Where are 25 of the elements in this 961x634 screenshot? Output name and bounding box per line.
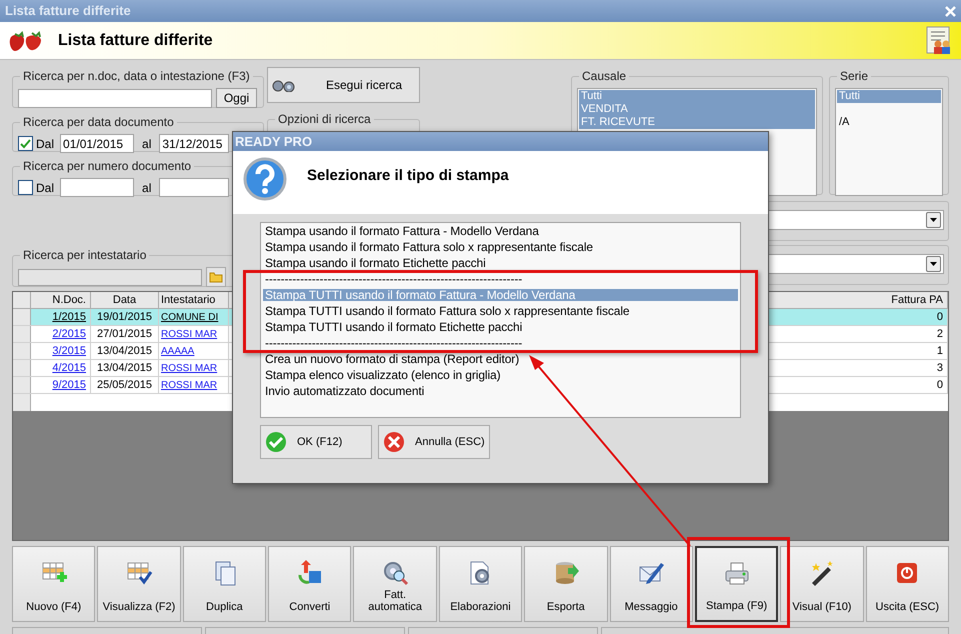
- group-label: Ricerca per data documento: [23, 115, 174, 129]
- page-title: Lista fatture differite: [58, 30, 213, 50]
- table-cell: 1: [876, 343, 948, 359]
- group-label: Opzioni di ricerca: [278, 112, 371, 126]
- table-cell: 13/04/2015: [91, 343, 159, 359]
- table-cell: 27/01/2015: [91, 326, 159, 342]
- table-cell: 0: [876, 377, 948, 393]
- dialog-title: READY PRO: [235, 132, 312, 151]
- group-label: Causale: [582, 69, 626, 83]
- group-label: Ricerca per numero documento: [23, 159, 192, 173]
- dialog-heading: Selezionare il tipo di stampa: [307, 166, 509, 186]
- table-cell: 13/04/2015: [91, 360, 159, 376]
- range-label: al: [142, 180, 152, 196]
- group-label: Ricerca per n.doc, data o intestazione (F3): [23, 69, 250, 83]
- group-label: Serie: [840, 69, 868, 83]
- window-title: Lista fatture differite: [5, 2, 131, 20]
- checkbox-label: Dal: [36, 180, 54, 196]
- table-cell: 19/01/2015: [91, 309, 159, 325]
- table-cell: 2: [876, 326, 948, 342]
- group-label: Ricerca per intestatario: [23, 248, 146, 262]
- checkbox-label: Dal: [36, 136, 54, 152]
- range-label: al: [142, 136, 152, 152]
- table-cell: 0: [876, 309, 948, 325]
- table-cell: 3: [876, 360, 948, 376]
- table-cell: 25/05/2015: [91, 377, 159, 393]
